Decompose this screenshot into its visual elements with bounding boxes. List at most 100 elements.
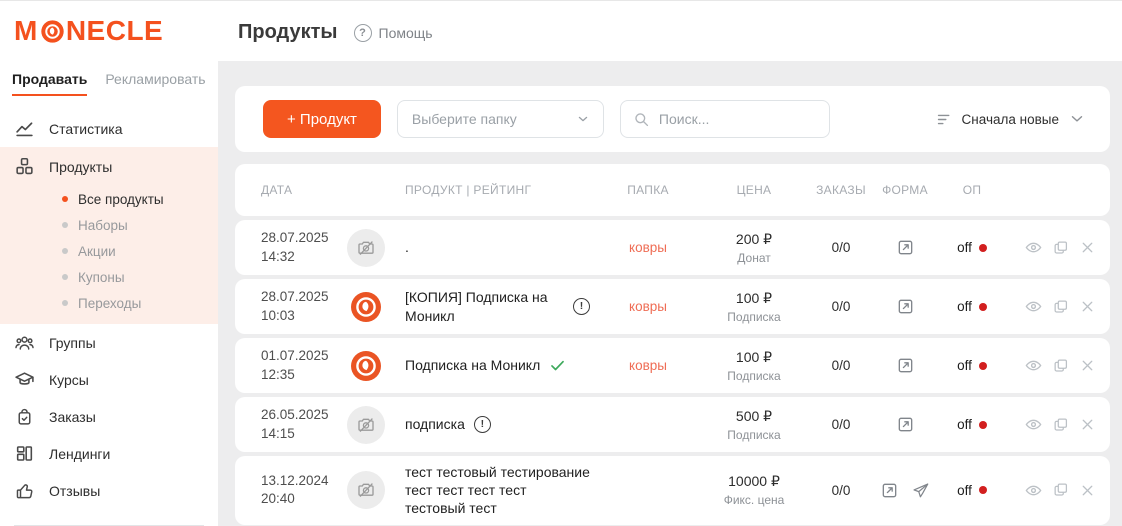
table-header: ДАТА ПРОДУКТ | РЕЙТИНГ ПАПКА ЦЕНА ЗАКАЗЫ… [235,164,1110,216]
sidebar-item-coupons[interactable]: Купоны [0,264,218,290]
row-date: 26.05.202514:15 [261,406,347,442]
chart-icon [14,118,35,139]
table-row[interactable]: 28.07.202510:03 [КОПИЯ] Подписка на Мони… [235,279,1110,334]
eye-icon[interactable] [1024,481,1043,500]
sidebar-item-courses[interactable]: Курсы [0,361,218,398]
help-link[interactable]: ? Помощь [354,24,433,42]
op-status: off [957,299,972,314]
warning-icon: ! [474,416,491,433]
table-row[interactable]: 13.12.202420:40 тест тестовый тестирован… [235,456,1110,525]
toolbar: + Продукт Выберите папку Сначала новые [235,86,1110,152]
courses-icon [14,369,35,390]
copy-icon[interactable] [1052,357,1070,375]
no-photo-icon [347,229,385,267]
copy-icon[interactable] [1052,239,1070,257]
op-status: off [957,240,972,255]
orders-count: 0/0 [808,358,874,373]
form-icon[interactable] [896,297,915,316]
eye-icon[interactable] [1024,415,1043,434]
close-icon[interactable] [1079,416,1096,433]
sidebar-item-reviews[interactable]: Отзывы [0,472,218,509]
warning-icon: ! [573,298,590,315]
sidebar-item-promos[interactable]: Акции [0,238,218,264]
eye-icon[interactable] [1024,356,1043,375]
close-icon[interactable] [1079,482,1096,499]
sort-icon [936,111,953,128]
price-type: Подписка [700,310,808,324]
add-product-button[interactable]: + Продукт [263,100,381,138]
page-header: Продукты ? Помощь [238,21,433,44]
page-title: Продукты [238,21,338,44]
price-type: Донат [700,251,808,265]
col-product: ПРОДУКТ | РЕЙТИНГ [405,183,596,197]
price: 10000 ₽ [700,473,808,490]
folder-select[interactable]: Выберите папку [397,100,604,138]
logo[interactable]: M NECLE [0,1,218,45]
tab-sell[interactable]: Продавать [12,71,87,96]
price: 100 ₽ [700,349,808,366]
content-area: + Продукт Выберите папку Сначала новые Д… [218,61,1122,526]
folder-link[interactable]: ковры [629,240,667,255]
sidebar-item-all-products[interactable]: Все продукты [0,186,218,212]
close-icon[interactable] [1079,298,1096,315]
send-icon[interactable] [911,481,930,500]
logo-text-suffix: NECLE [66,17,163,45]
folder-link[interactable]: ковры [629,358,667,373]
sidebar-item-label: Продукты [49,159,112,175]
search-input[interactable] [659,111,809,127]
folder-link[interactable]: ковры [629,299,667,314]
price-type: Фикс. цена [700,493,808,507]
close-icon[interactable] [1079,239,1096,256]
search-box [620,100,830,138]
sidebar-item-landings[interactable]: Лендинги [0,435,218,472]
sidebar-item-label: Лендинги [49,446,110,462]
form-icon[interactable] [896,356,915,375]
orders-count: 0/0 [808,240,874,255]
bullet-icon [62,196,68,202]
status-dot-icon [979,486,987,494]
sidebar-item-groups[interactable]: Группы [0,324,218,361]
table-row[interactable]: 01.07.202512:35 Подписка на Моникл ковры… [235,338,1110,393]
sidebar-item-products[interactable]: Продукты [0,147,218,186]
sidebar-item-bundles[interactable]: Наборы [0,212,218,238]
sidebar-item-statistics[interactable]: Статистика [0,110,218,147]
sort-control[interactable]: Сначала новые [936,110,1086,128]
landings-icon [14,443,35,464]
form-icon[interactable] [896,238,915,257]
product-title: тест тестовый тестирование тест тест тес… [405,463,590,518]
price-type: Подписка [700,428,808,442]
eye-icon[interactable] [1024,238,1043,257]
form-icon[interactable] [896,415,915,434]
reviews-icon [14,480,35,501]
mode-tabs: Продавать Рекламировать [0,45,218,96]
orders-icon [14,406,35,427]
product-logo-thumb [347,347,385,385]
product-title: . [405,238,409,256]
tab-advertise[interactable]: Рекламировать [105,71,205,96]
orders-count: 0/0 [808,299,874,314]
status-dot-icon [979,244,987,252]
row-date: 01.07.202512:35 [261,347,347,383]
close-icon[interactable] [1079,357,1096,374]
row-date: 28.07.202510:03 [261,288,347,324]
chevron-down-icon [575,111,591,127]
sidebar-products-group: Продукты Все продукты Наборы Акции Купон… [0,147,218,324]
product-logo-thumb [347,288,385,326]
sidebar: M NECLE Продавать Рекламировать Статисти… [0,1,218,526]
eye-icon[interactable] [1024,297,1043,316]
bullet-icon [62,222,68,228]
no-photo-icon [347,471,385,509]
copy-icon[interactable] [1052,481,1070,499]
copy-icon[interactable] [1052,298,1070,316]
orders-count: 0/0 [808,483,874,498]
copy-icon[interactable] [1052,416,1070,434]
table-row[interactable]: 28.07.202514:32 . ковры 200 ₽ Донат 0/0 … [235,220,1110,275]
product-title: подписка [405,415,465,433]
sidebar-item-orders[interactable]: Заказы [0,398,218,435]
table-row[interactable]: 26.05.202514:15 подписка ! 500 ₽ Подписк… [235,397,1110,452]
op-status: off [957,417,972,432]
product-title: Подписка на Моникл [405,356,540,374]
form-icon[interactable] [880,481,899,500]
sidebar-item-transitions[interactable]: Переходы [0,290,218,316]
col-price: ЦЕНА [700,183,808,197]
